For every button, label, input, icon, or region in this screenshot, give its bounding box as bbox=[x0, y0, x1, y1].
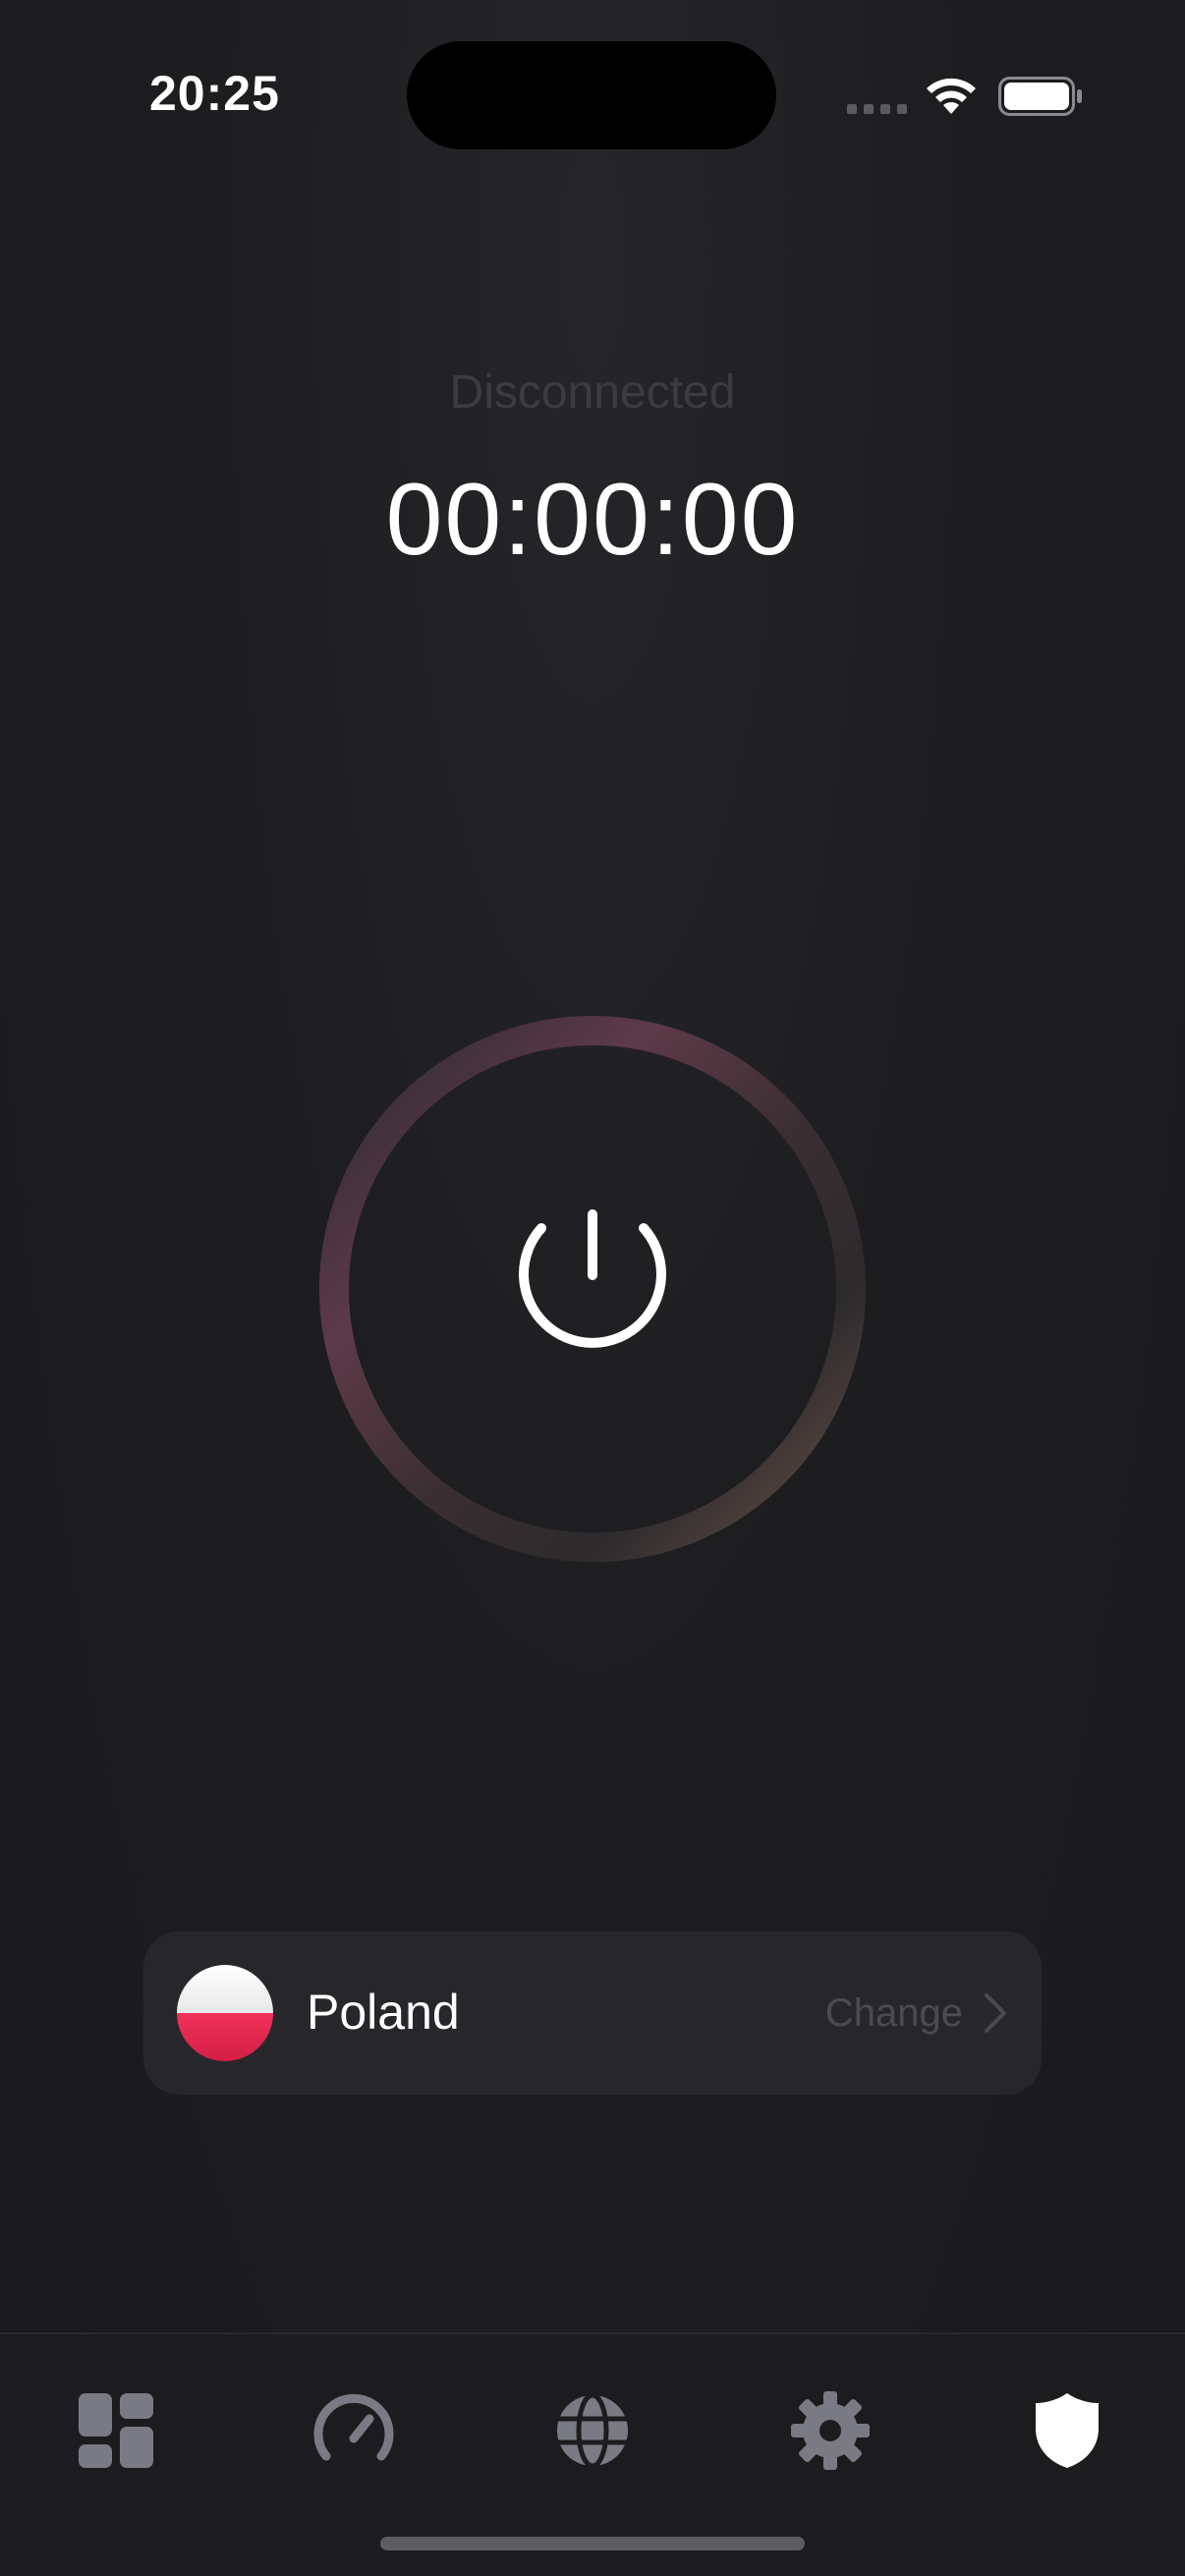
power-icon bbox=[519, 1209, 666, 1348]
connection-status: Disconnected bbox=[449, 366, 736, 419]
power-button[interactable] bbox=[317, 1014, 868, 1564]
shield-icon bbox=[1036, 2393, 1099, 2468]
tab-dashboard[interactable] bbox=[57, 2372, 175, 2490]
country-name: Poland bbox=[307, 1985, 460, 2040]
dashboard-icon bbox=[79, 2393, 153, 2468]
wifi-icon bbox=[927, 78, 976, 114]
tab-settings[interactable] bbox=[771, 2372, 889, 2490]
poland-flag-icon bbox=[177, 1965, 273, 2061]
connection-timer: 00:00:00 bbox=[385, 463, 800, 577]
status-time: 20:25 bbox=[149, 66, 280, 121]
screen: 20:25 Disconnected 00:00:00 Poland Chang… bbox=[0, 0, 1185, 2576]
tab-vpn[interactable] bbox=[1008, 2372, 1126, 2490]
globe-icon bbox=[557, 2392, 628, 2469]
signal-icon bbox=[847, 104, 907, 114]
gear-icon bbox=[791, 2391, 870, 2470]
home-indicator bbox=[380, 2537, 805, 2550]
location-selector[interactable]: Poland Change bbox=[143, 1932, 1042, 2095]
speedometer-icon bbox=[313, 2393, 394, 2461]
chevron-right-icon bbox=[985, 1993, 1006, 2033]
tab-speedtest[interactable] bbox=[295, 2372, 413, 2490]
change-location-button[interactable]: Change bbox=[825, 1981, 1008, 2045]
tab-servers[interactable] bbox=[534, 2372, 651, 2490]
change-label: Change bbox=[824, 1990, 963, 2035]
dynamic-island bbox=[407, 41, 776, 149]
battery-icon bbox=[998, 77, 1082, 116]
power-ring bbox=[319, 1016, 866, 1562]
